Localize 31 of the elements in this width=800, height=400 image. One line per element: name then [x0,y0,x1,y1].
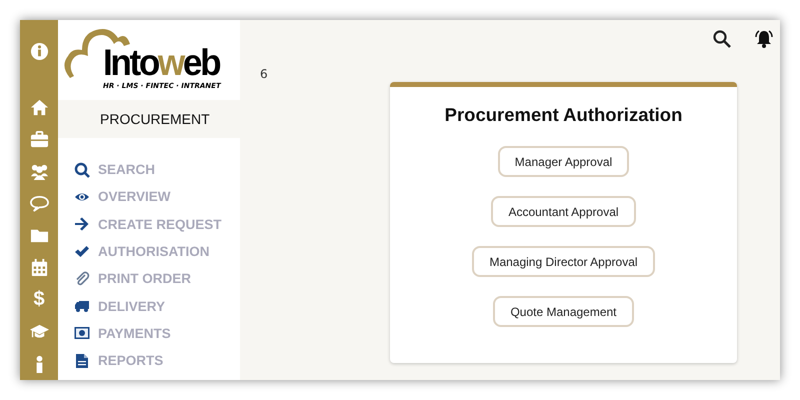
arrow-icon [74,216,90,232]
menu-item[interactable]: OVERVIEW [98,189,171,204]
truck-icon [74,298,90,314]
search-icon [74,162,90,178]
calendar-icon[interactable] [30,258,48,278]
money-icon [74,325,90,342]
menu-item[interactable]: REPORTS [98,353,164,368]
menu-item[interactable]: CREATE REQUEST [98,216,222,232]
search-icon[interactable] [712,29,732,49]
approval-button[interactable]: Quote Management [493,296,634,327]
speech-bubble-icon[interactable] [30,194,48,213]
module-title: PROCUREMENT [58,100,240,138]
menu-item[interactable]: AUTHORISATION [98,244,210,260]
menu-item[interactable]: PRINT ORDER [98,271,192,286]
approval-button[interactable]: Manager Approval [498,146,630,177]
menu-item[interactable]: SEARCH [98,162,156,178]
approval-button[interactable]: Accountant Approval [491,196,636,227]
clip-icon [74,270,90,287]
doc-icon [74,352,90,369]
brand-logo-text: Intoweb [103,44,220,82]
info-icon[interactable] [30,42,48,61]
version-label: 6 [260,67,268,81]
dollar-icon[interactable]: $ [33,288,45,312]
check-icon [74,244,90,260]
approval-button[interactable]: Managing Director Approval [472,246,655,277]
bell-icon[interactable] [754,29,774,49]
card-title: Procurement Authorization [444,104,682,126]
home-icon[interactable] [30,98,48,117]
menu-item[interactable]: DELIVERY [98,298,166,314]
menu-item[interactable]: PAYMENTS [98,326,171,341]
briefcase-icon[interactable] [30,130,48,149]
